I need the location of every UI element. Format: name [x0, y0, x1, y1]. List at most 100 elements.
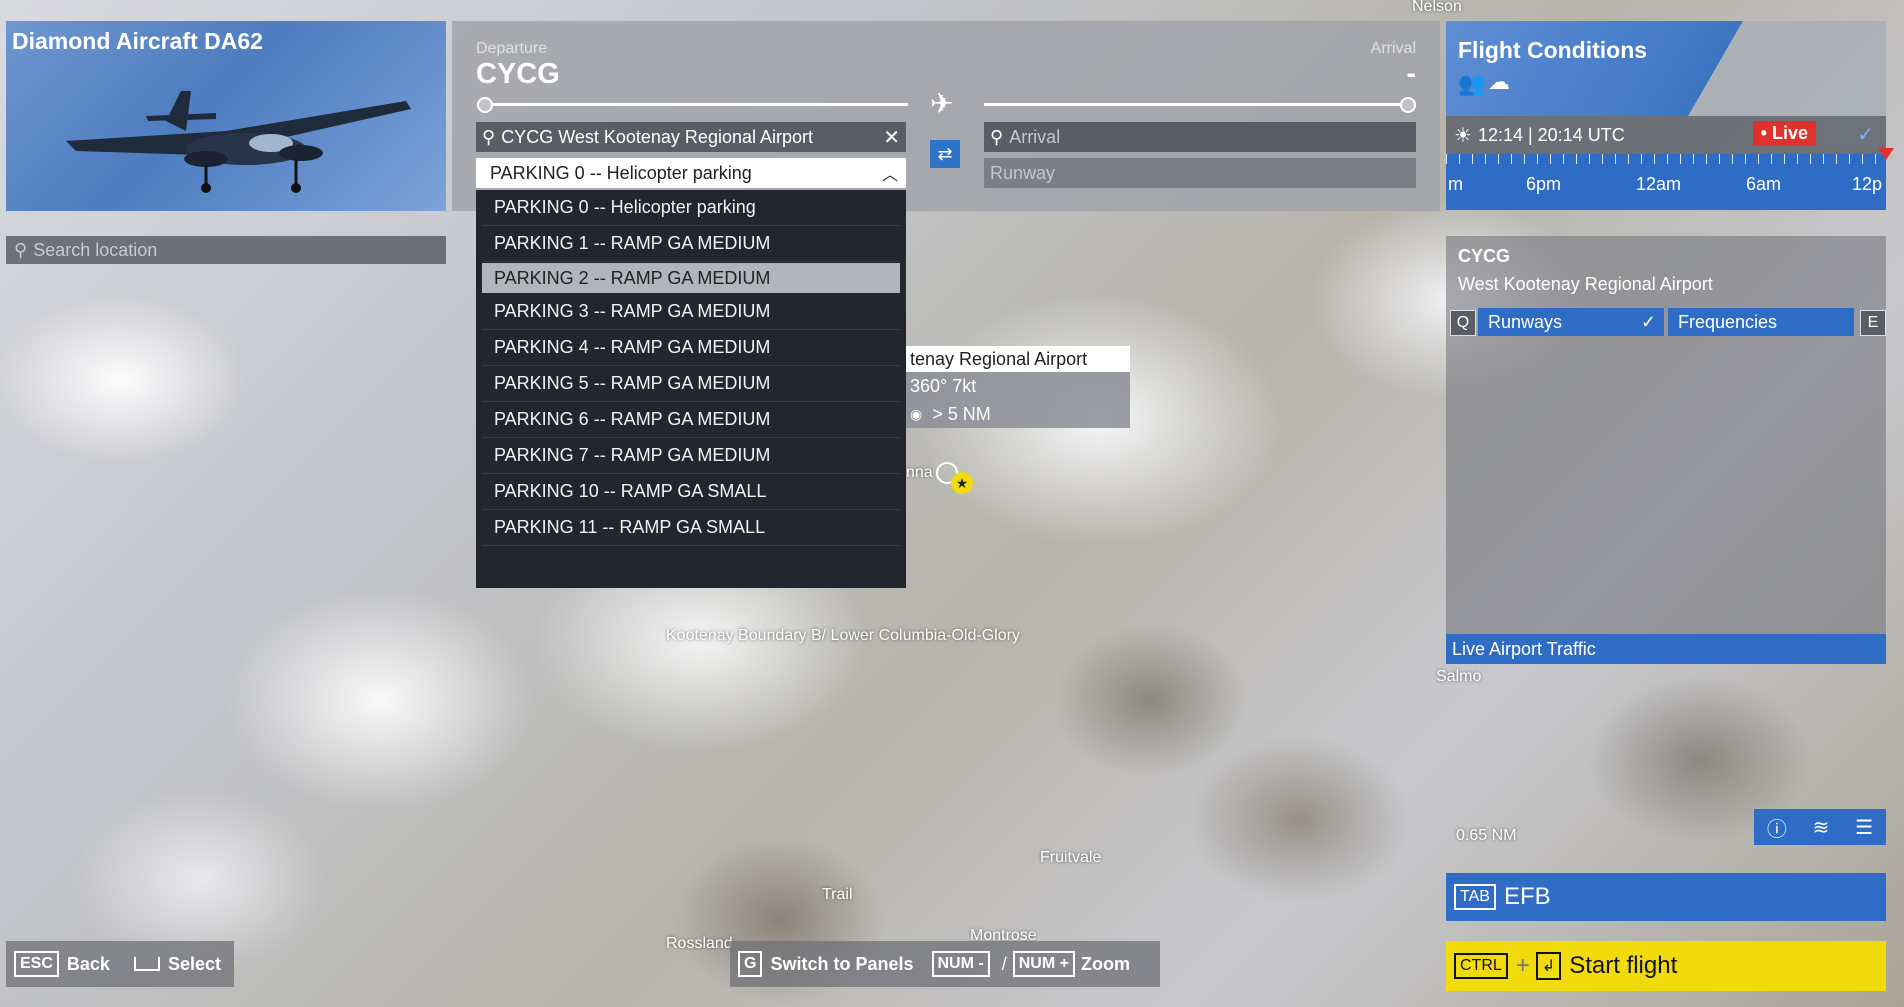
parking-select[interactable]: PARKING 0 -- Helicopter parking ︿: [476, 158, 906, 188]
parking-option[interactable]: PARKING 3 -- RAMP GA MEDIUM: [482, 294, 900, 330]
departure-code: CYCG: [476, 58, 560, 90]
plus-sign: +: [1515, 952, 1530, 979]
airport-tooltip[interactable]: tenay Regional Airport 360° 7kt ◉ > 5 NM: [906, 346, 1130, 428]
swap-button[interactable]: ⇄: [930, 140, 960, 168]
timeline-label: m: [1448, 174, 1463, 194]
timeline-label: 12am: [1636, 174, 1682, 194]
flight-conditions-header[interactable]: Flight Conditions 👥 ☁: [1446, 21, 1886, 116]
search-icon: ⚲: [14, 239, 28, 260]
timeline-label: 12p: [1852, 174, 1883, 194]
key-e[interactable]: E: [1860, 310, 1886, 336]
map-label-salmo: Salmo: [1436, 668, 1482, 685]
efb-button[interactable]: TAB EFB: [1446, 873, 1886, 921]
parking-option[interactable]: PARKING 0 -- Helicopter parking: [482, 190, 900, 226]
map-label-fruitvale: Fruitvale: [1040, 849, 1102, 866]
map-label-rossland: Rossland: [666, 935, 733, 952]
swap-icon: ⇄: [937, 143, 953, 164]
live-badge[interactable]: • Live: [1752, 121, 1816, 146]
tooltip-visibility-value: > 5 NM: [932, 403, 991, 424]
flight-conditions-title: Flight Conditions: [1458, 37, 1648, 63]
parking-option[interactable]: PARKING 6 -- RAMP GA MEDIUM: [482, 402, 900, 438]
time-readout: 12:14 | 20:14 UTC: [1477, 124, 1625, 145]
parking-option[interactable]: PARKING 5 -- RAMP GA MEDIUM: [482, 366, 900, 402]
aircraft-image: [66, 91, 411, 193]
arrival-label: Arrival: [1370, 40, 1416, 57]
map-tools: ⓘ ≋ ☰: [1754, 809, 1886, 845]
tooltip-wind: 360° 7kt: [906, 372, 1130, 400]
check-icon: ✓: [1857, 123, 1874, 146]
traffic-icon: 👥: [1458, 71, 1486, 96]
start-flight-label: Start flight: [1569, 952, 1678, 979]
departure-track: [492, 103, 908, 106]
aircraft-card[interactable]: Diamond Aircraft DA62: [6, 21, 446, 211]
key-g[interactable]: G: [738, 951, 763, 977]
back-label[interactable]: Back: [67, 954, 110, 975]
live-toggle[interactable]: ✓: [1822, 120, 1880, 148]
slash-separator: /: [1001, 953, 1007, 974]
tooltip-visibility: ◉ > 5 NM: [906, 400, 1130, 428]
arrival-track: [984, 103, 1400, 106]
time-of-day-slider[interactable]: m 6pm 12am 6am 12p: [1446, 148, 1894, 210]
parking-option[interactable]: PARKING 11 -- RAMP GA SMALL: [482, 510, 900, 546]
timeline-ticks: [1446, 154, 1886, 164]
arrival-runway-field[interactable]: Runway: [984, 158, 1416, 188]
sun-icon: ☀: [1454, 124, 1472, 147]
parking-option[interactable]: PARKING 4 -- RAMP GA MEDIUM: [482, 330, 900, 366]
controls-center: G Switch to Panels NUM - / NUM + Zoom: [730, 941, 1160, 987]
departure-airport-field[interactable]: ⚲ CYCG West Kootenay Regional Airport ✕: [476, 122, 906, 152]
zoom-label[interactable]: Zoom: [1081, 954, 1130, 975]
parking-option[interactable]: PARKING 1 -- RAMP GA MEDIUM: [482, 226, 900, 262]
live-airport-traffic[interactable]: Live Airport Traffic: [1446, 634, 1886, 664]
select-label[interactable]: Select: [168, 954, 221, 975]
search-icon: ⚲: [482, 126, 496, 147]
space-key-icon: [133, 957, 160, 971]
info-icon[interactable]: ⓘ: [1767, 813, 1787, 842]
search-icon: ⚲: [990, 126, 1004, 147]
airport-info-code: CYCG: [1458, 246, 1511, 266]
tooltip-wind-value: 360° 7kt: [910, 375, 977, 396]
tab-frequencies[interactable]: Frequencies: [1668, 308, 1854, 336]
time-bar[interactable]: ☀ 12:14 | 20:14 UTC • Live ✓: [1446, 116, 1886, 154]
time-marker-icon[interactable]: [1878, 148, 1894, 160]
key-ctrl: CTRL: [1454, 953, 1508, 979]
clear-icon[interactable]: ✕: [883, 125, 900, 150]
aircraft-name: Diamond Aircraft DA62: [12, 28, 263, 54]
chevron-up-icon: ︿: [881, 167, 898, 184]
departure-label: Departure: [476, 40, 548, 57]
key-num-minus[interactable]: NUM -: [931, 951, 990, 977]
arrival-code: -: [1406, 58, 1416, 90]
timeline-label: 6pm: [1526, 174, 1562, 194]
layers-icon[interactable]: ≋: [1813, 815, 1830, 840]
key-num-plus[interactable]: NUM +: [1012, 951, 1075, 977]
key-esc[interactable]: ESC: [14, 951, 59, 977]
parking-option[interactable]: PARKING 7 -- RAMP GA MEDIUM: [482, 438, 900, 474]
search-location-input[interactable]: ⚲ Search location: [6, 236, 446, 264]
settings-sliders-icon[interactable]: ☰: [1855, 815, 1873, 840]
start-flight-button[interactable]: CTRL + ↲ Start flight: [1446, 941, 1886, 991]
timeline-label: 6am: [1746, 174, 1782, 194]
key-tab: TAB: [1454, 884, 1496, 910]
airport-info-panel: CYCG West Kootenay Regional Airport Q Ru…: [1446, 236, 1886, 664]
arrival-airport-field[interactable]: ⚲ Arrival: [984, 122, 1416, 152]
efb-label: EFB: [1503, 883, 1551, 910]
tab-frequencies-label: Frequencies: [1678, 311, 1778, 332]
parking-option[interactable]: PARKING 10 -- RAMP GA SMALL: [482, 474, 900, 510]
map-label-boundary: Kootenay Boundary B/ Lower Columbia-Old-…: [666, 627, 1020, 644]
key-q[interactable]: Q: [1450, 310, 1476, 336]
airport-info-name: West Kootenay Regional Airport: [1458, 274, 1713, 294]
enter-key-icon: ↲: [1535, 952, 1562, 980]
tab-runways[interactable]: Runways ✓: [1478, 308, 1664, 336]
arrival-runway-placeholder: Runway: [990, 162, 1056, 183]
tooltip-airport-name: tenay Regional Airport: [906, 346, 1130, 372]
airplane-icon: ✈: [930, 88, 954, 119]
switch-panels-label[interactable]: Switch to Panels: [770, 954, 913, 975]
search-location-placeholder: Search location: [33, 239, 158, 260]
map-label-trail: Trail: [822, 886, 853, 903]
parking-option[interactable]: PARKING 2 -- RAMP GA MEDIUM: [482, 263, 900, 293]
controls-left: ESC Back Select: [6, 941, 234, 987]
departure-airport-value: CYCG West Kootenay Regional Airport: [501, 126, 814, 147]
eye-icon: ◉: [910, 405, 923, 422]
tab-runways-label: Runways: [1488, 311, 1563, 332]
favorite-star-icon[interactable]: ★: [951, 472, 973, 494]
map-scale: 0.65 NM: [1456, 827, 1517, 844]
